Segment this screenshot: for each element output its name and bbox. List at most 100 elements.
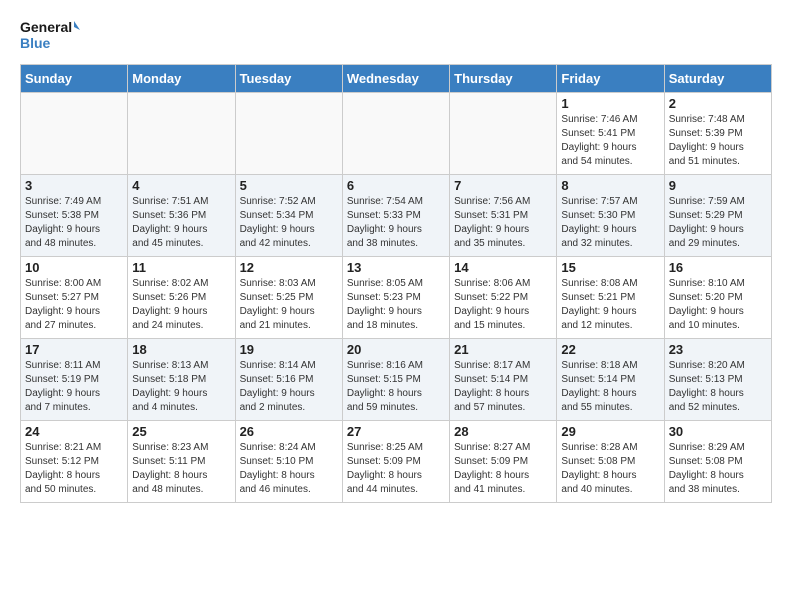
weekday-header-cell: Tuesday	[235, 65, 342, 93]
day-details: Sunrise: 7:57 AMSunset: 5:30 PMDaylight:…	[561, 195, 659, 251]
day-number: 12	[240, 260, 338, 275]
calendar-week-row: 17 Sunrise: 8:11 AMSunset: 5:19 PMDayligh…	[21, 339, 772, 421]
day-number: 15	[561, 260, 659, 275]
calendar-day-cell: 29 Sunrise: 8:28 AMSunset: 5:08 PMDayligh…	[557, 421, 664, 503]
weekday-header-cell: Sunday	[21, 65, 128, 93]
day-number: 8	[561, 178, 659, 193]
day-number: 16	[669, 260, 767, 275]
day-number: 29	[561, 424, 659, 439]
calendar-body: 1 Sunrise: 7:46 AMSunset: 5:41 PMDaylight…	[21, 93, 772, 503]
day-details: Sunrise: 8:25 AMSunset: 5:09 PMDaylight:…	[347, 441, 445, 497]
day-number: 30	[669, 424, 767, 439]
day-number: 1	[561, 96, 659, 111]
svg-text:General: General	[20, 19, 72, 35]
day-details: Sunrise: 8:05 AMSunset: 5:23 PMDaylight:…	[347, 277, 445, 333]
day-number: 20	[347, 342, 445, 357]
day-details: Sunrise: 8:06 AMSunset: 5:22 PMDaylight:…	[454, 277, 552, 333]
day-details: Sunrise: 8:13 AMSunset: 5:18 PMDaylight:…	[132, 359, 230, 415]
calendar-day-cell: 28Sunrise: 8:27 AMSunset: 5:09 PMDayligh…	[450, 421, 557, 503]
calendar-week-row: 24 Sunrise: 8:21 AMSunset: 5:12 PMDayligh…	[21, 421, 772, 503]
day-number: 23	[669, 342, 767, 357]
calendar-week-row: 10Sunrise: 8:00 AMSunset: 5:27 PMDayligh…	[21, 257, 772, 339]
logo: General Blue	[20, 16, 80, 52]
day-details: Sunrise: 7:54 AMSunset: 5:33 PMDaylight:…	[347, 195, 445, 251]
day-details: Sunrise: 8:14 AMSunset: 5:16 PMDaylight:…	[240, 359, 338, 415]
weekday-header-cell: Friday	[557, 65, 664, 93]
day-number: 24	[25, 424, 123, 439]
day-details: Sunrise: 8:18 AMSunset: 5:14 PMDaylight:…	[561, 359, 659, 415]
day-details: Sunrise: 7:52 AMSunset: 5:34 PMDaylight:…	[240, 195, 338, 251]
calendar-day-cell: 20 Sunrise: 8:16 AMSunset: 5:15 PMDayligh…	[342, 339, 449, 421]
calendar-day-cell	[235, 93, 342, 175]
calendar-day-cell: 12 Sunrise: 8:03 AMSunset: 5:25 PMDayligh…	[235, 257, 342, 339]
day-number: 19	[240, 342, 338, 357]
day-number: 28	[454, 424, 552, 439]
day-details: Sunrise: 8:11 AMSunset: 5:19 PMDaylight:…	[25, 359, 123, 415]
day-number: 3	[25, 178, 123, 193]
calendar-day-cell: 23Sunrise: 8:20 AMSunset: 5:13 PMDayligh…	[664, 339, 771, 421]
calendar-day-cell: 3 Sunrise: 7:49 AMSunset: 5:38 PMDaylight…	[21, 175, 128, 257]
day-number: 11	[132, 260, 230, 275]
calendar-day-cell: 22 Sunrise: 8:18 AMSunset: 5:14 PMDayligh…	[557, 339, 664, 421]
calendar-day-cell: 13 Sunrise: 8:05 AMSunset: 5:23 PMDayligh…	[342, 257, 449, 339]
day-number: 2	[669, 96, 767, 111]
calendar-day-cell: 5 Sunrise: 7:52 AMSunset: 5:34 PMDaylight…	[235, 175, 342, 257]
day-number: 7	[454, 178, 552, 193]
calendar-day-cell	[450, 93, 557, 175]
day-number: 17	[25, 342, 123, 357]
day-details: Sunrise: 8:28 AMSunset: 5:08 PMDaylight:…	[561, 441, 659, 497]
svg-text:Blue: Blue	[20, 35, 51, 51]
day-number: 13	[347, 260, 445, 275]
day-details: Sunrise: 8:16 AMSunset: 5:15 PMDaylight:…	[347, 359, 445, 415]
day-details: Sunrise: 7:48 AMSunset: 5:39 PMDaylight:…	[669, 113, 767, 169]
calendar-day-cell: 2 Sunrise: 7:48 AMSunset: 5:39 PMDaylight…	[664, 93, 771, 175]
calendar-day-cell: 21 Sunrise: 8:17 AMSunset: 5:14 PMDayligh…	[450, 339, 557, 421]
page: General Blue SundayMondayTuesdayWednesda…	[0, 0, 792, 513]
calendar-day-cell: 9 Sunrise: 7:59 AMSunset: 5:29 PMDaylight…	[664, 175, 771, 257]
weekday-header-cell: Saturday	[664, 65, 771, 93]
day-details: Sunrise: 8:24 AMSunset: 5:10 PMDaylight:…	[240, 441, 338, 497]
day-number: 4	[132, 178, 230, 193]
day-details: Sunrise: 8:21 AMSunset: 5:12 PMDaylight:…	[25, 441, 123, 497]
day-details: Sunrise: 8:23 AMSunset: 5:11 PMDaylight:…	[132, 441, 230, 497]
calendar-day-cell: 30Sunrise: 8:29 AMSunset: 5:08 PMDayligh…	[664, 421, 771, 503]
calendar: SundayMondayTuesdayWednesdayThursdayFrid…	[20, 64, 772, 503]
calendar-day-cell: 26 Sunrise: 8:24 AMSunset: 5:10 PMDayligh…	[235, 421, 342, 503]
calendar-day-cell: 18 Sunrise: 8:13 AMSunset: 5:18 PMDayligh…	[128, 339, 235, 421]
weekday-header-cell: Wednesday	[342, 65, 449, 93]
calendar-week-row: 1 Sunrise: 7:46 AMSunset: 5:41 PMDaylight…	[21, 93, 772, 175]
calendar-day-cell: 24 Sunrise: 8:21 AMSunset: 5:12 PMDayligh…	[21, 421, 128, 503]
day-details: Sunrise: 8:02 AMSunset: 5:26 PMDaylight:…	[132, 277, 230, 333]
day-number: 27	[347, 424, 445, 439]
day-details: Sunrise: 8:17 AMSunset: 5:14 PMDaylight:…	[454, 359, 552, 415]
day-details: Sunrise: 8:03 AMSunset: 5:25 PMDaylight:…	[240, 277, 338, 333]
day-number: 26	[240, 424, 338, 439]
day-number: 9	[669, 178, 767, 193]
calendar-day-cell	[128, 93, 235, 175]
day-details: Sunrise: 7:51 AMSunset: 5:36 PMDaylight:…	[132, 195, 230, 251]
day-number: 6	[347, 178, 445, 193]
day-details: Sunrise: 7:49 AMSunset: 5:38 PMDaylight:…	[25, 195, 123, 251]
calendar-day-cell: 1 Sunrise: 7:46 AMSunset: 5:41 PMDaylight…	[557, 93, 664, 175]
weekday-header-cell: Monday	[128, 65, 235, 93]
calendar-day-cell: 8 Sunrise: 7:57 AMSunset: 5:30 PMDaylight…	[557, 175, 664, 257]
day-details: Sunrise: 7:56 AMSunset: 5:31 PMDaylight:…	[454, 195, 552, 251]
day-number: 18	[132, 342, 230, 357]
calendar-day-cell: 14Sunrise: 8:06 AMSunset: 5:22 PMDayligh…	[450, 257, 557, 339]
day-number: 22	[561, 342, 659, 357]
calendar-day-cell: 11 Sunrise: 8:02 AMSunset: 5:26 PMDayligh…	[128, 257, 235, 339]
calendar-day-cell: 19 Sunrise: 8:14 AMSunset: 5:16 PMDayligh…	[235, 339, 342, 421]
calendar-day-cell	[21, 93, 128, 175]
weekday-header-cell: Thursday	[450, 65, 557, 93]
calendar-day-cell: 6 Sunrise: 7:54 AMSunset: 5:33 PMDaylight…	[342, 175, 449, 257]
day-number: 25	[132, 424, 230, 439]
calendar-day-cell: 10Sunrise: 8:00 AMSunset: 5:27 PMDayligh…	[21, 257, 128, 339]
day-number: 5	[240, 178, 338, 193]
day-details: Sunrise: 7:46 AMSunset: 5:41 PMDaylight:…	[561, 113, 659, 169]
calendar-week-row: 3 Sunrise: 7:49 AMSunset: 5:38 PMDaylight…	[21, 175, 772, 257]
calendar-header-row: SundayMondayTuesdayWednesdayThursdayFrid…	[21, 65, 772, 93]
day-details: Sunrise: 8:08 AMSunset: 5:21 PMDaylight:…	[561, 277, 659, 333]
calendar-day-cell: 17 Sunrise: 8:11 AMSunset: 5:19 PMDayligh…	[21, 339, 128, 421]
day-details: Sunrise: 7:59 AMSunset: 5:29 PMDaylight:…	[669, 195, 767, 251]
day-number: 21	[454, 342, 552, 357]
